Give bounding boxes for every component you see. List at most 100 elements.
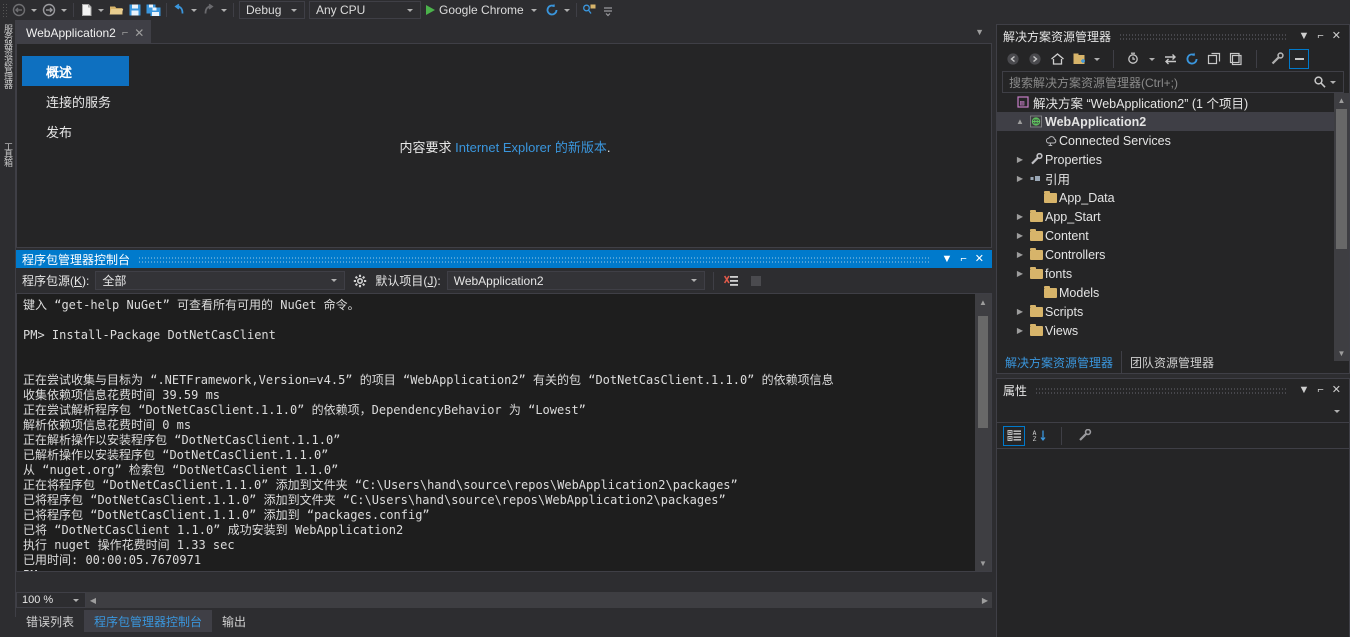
chevron-down-icon[interactable] [1330, 80, 1336, 84]
close-icon[interactable]: ✕ [971, 253, 988, 265]
refresh-dropdown-caret-icon[interactable] [563, 8, 570, 12]
tree-item-content[interactable]: ▶ Content [997, 226, 1349, 245]
chevron-down-icon[interactable]: ▼ [975, 27, 984, 37]
forward-icon[interactable] [1025, 49, 1045, 69]
back-icon[interactable] [1003, 49, 1023, 69]
tree-expander[interactable]: ▲ [1013, 117, 1027, 126]
header-drag-dots[interactable] [1035, 386, 1287, 394]
refresh-icon[interactable] [543, 1, 561, 19]
start-debugging-button[interactable]: Google Chrome [423, 3, 543, 17]
document-tab-overflow[interactable]: ▼ [975, 20, 992, 43]
chevron-down-icon[interactable] [530, 8, 537, 12]
scroll-up-arrow-icon[interactable]: ▲ [1334, 93, 1349, 108]
home-icon[interactable] [1047, 49, 1067, 69]
scroll-down-arrow-icon[interactable]: ▼ [975, 555, 991, 571]
tree-item-webapplication2[interactable]: ▲ WebApplication2 [997, 112, 1349, 131]
tree-expander[interactable]: ▶ [1013, 155, 1027, 164]
tree-expander[interactable]: ▶ [1013, 212, 1027, 221]
toolbar-overflow-icon[interactable] [599, 1, 617, 19]
search-icon[interactable] [1313, 75, 1327, 89]
close-icon[interactable]: ✕ [134, 26, 144, 40]
tab-error-list[interactable]: 错误列表 [16, 610, 84, 632]
save-icon[interactable] [126, 1, 144, 19]
solution-tree[interactable]: ▨ 解决方案 “WebApplication2” (1 个项目) ▲ WebAp… [997, 93, 1349, 361]
chevron-down-icon[interactable] [1334, 410, 1340, 413]
overview-nav-item-summary[interactable]: 概述 [22, 56, 129, 86]
preview-selected-items-icon[interactable] [1289, 49, 1309, 69]
console-horizontal-scrollbar[interactable]: ◀ ▶ [86, 592, 992, 608]
find-icon[interactable] [580, 1, 599, 19]
refresh-icon[interactable] [1182, 49, 1202, 69]
chevron-down-icon[interactable] [331, 279, 338, 282]
pin-icon[interactable]: ⌐ [956, 253, 970, 265]
scroll-left-arrow-icon[interactable]: ◀ [86, 596, 100, 605]
sidebar-item-toolbox[interactable]: 工具箱 [0, 142, 16, 198]
tree-expander[interactable]: ▶ [1013, 307, 1027, 316]
tree-item-views[interactable]: ▶ Views [997, 321, 1349, 340]
tree-expander[interactable]: ▶ [1013, 269, 1027, 278]
sidebar-item-server-explorer[interactable]: 服务器资源管理器 [0, 24, 16, 134]
tab-solution-explorer[interactable]: 解决方案资源管理器 [997, 351, 1123, 373]
pin-icon[interactable]: ⌐ [122, 27, 128, 39]
tree-item-fonts[interactable]: ▶ fonts [997, 264, 1349, 283]
redo-curve-dropdown-caret-icon[interactable] [221, 8, 227, 12]
header-drag-dots[interactable] [1119, 32, 1287, 40]
chevron-down-icon[interactable] [291, 8, 297, 12]
scrollbar-thumb[interactable] [978, 316, 988, 428]
package-source-combo[interactable]: 全部 [95, 271, 346, 290]
solution-tree-scrollbar[interactable]: ▲ ▼ [1334, 93, 1349, 361]
solution-explorer-search-input[interactable]: 搜索解决方案资源管理器(Ctrl+;) [1002, 71, 1344, 93]
tree-item-app-start[interactable]: ▶ App_Start [997, 207, 1349, 226]
overview-message-link[interactable]: Internet Explorer 的新版本 [455, 140, 607, 155]
scrollbar-thumb[interactable] [1336, 109, 1347, 249]
toolbar-grip[interactable] [2, 3, 8, 17]
configuration-combo[interactable]: Debug [239, 1, 305, 19]
clear-console-icon[interactable] [722, 272, 741, 290]
show-all-files-icon[interactable] [1124, 49, 1144, 69]
redo-curve-icon[interactable] [200, 1, 218, 19]
tree-item-controllers[interactable]: ▶ Controllers [997, 245, 1349, 264]
redo-arrow-icon[interactable] [40, 1, 58, 19]
zoom-level-combo[interactable]: 100 % [16, 592, 86, 608]
new-file-icon[interactable] [77, 1, 95, 19]
header-drag-dots[interactable] [138, 255, 930, 263]
console-output-area[interactable]: 键入 “get-help NuGet” 可查看所有可用的 NuGet 命令。 P… [16, 294, 992, 572]
tree-expander[interactable]: ▶ [1013, 174, 1027, 183]
default-project-combo[interactable]: WebApplication2 [446, 271, 705, 290]
chevron-down-icon[interactable] [407, 8, 413, 12]
document-tab-webapplication2[interactable]: WebApplication2 ⌐ ✕ [16, 20, 152, 44]
pin-icon[interactable]: ⌐ [1313, 384, 1327, 396]
properties-grid[interactable] [997, 449, 1349, 629]
tree-item-solution[interactable]: ▨ 解决方案 “WebApplication2” (1 个项目) [997, 93, 1349, 112]
properties-object-combo[interactable] [997, 401, 1349, 423]
property-pages-icon[interactable] [1073, 426, 1095, 446]
new-file-dropdown-caret-icon[interactable] [98, 8, 104, 12]
tree-item-connected-services[interactable]: Connected Services [997, 131, 1349, 150]
overview-nav-item-publish[interactable]: 发布 [22, 116, 129, 146]
undo-dropdown-caret-icon[interactable] [31, 8, 37, 12]
tree-item-scripts[interactable]: ▶ Scripts [997, 302, 1349, 321]
tab-package-manager-console[interactable]: 程序包管理器控制台 [84, 610, 213, 632]
undo-curve-icon[interactable] [170, 1, 188, 19]
redo-dropdown-caret-icon[interactable] [61, 8, 67, 12]
close-icon[interactable]: ✕ [1328, 30, 1345, 42]
chevron-down-icon[interactable]: ▼ [937, 253, 956, 265]
chevron-down-icon[interactable]: ▼ [1294, 384, 1313, 396]
open-folder-icon[interactable] [107, 1, 126, 19]
collapse-all-icon[interactable] [1204, 49, 1224, 69]
save-all-icon[interactable] [144, 1, 163, 19]
pin-icon[interactable]: ⌐ [1313, 30, 1327, 42]
gear-icon[interactable] [351, 272, 369, 290]
tree-item-references[interactable]: ▶ 引用 [997, 169, 1349, 188]
chevron-down-icon[interactable]: ▼ [1294, 30, 1313, 42]
stop-icon[interactable] [747, 272, 765, 290]
chevron-down-icon[interactable] [1149, 57, 1155, 61]
alphabetical-sort-icon[interactable]: AZ [1028, 426, 1050, 446]
undo-arrow-icon[interactable] [10, 1, 28, 19]
overview-nav-item-connected-services[interactable]: 连接的服务 [22, 86, 129, 116]
chevron-down-icon[interactable] [73, 598, 79, 602]
platform-combo[interactable]: Any CPU [309, 1, 421, 19]
tab-team-explorer[interactable]: 团队资源管理器 [1122, 351, 1222, 373]
categorized-icon[interactable] [1003, 425, 1025, 446]
scroll-right-arrow-icon[interactable]: ▶ [978, 596, 992, 605]
